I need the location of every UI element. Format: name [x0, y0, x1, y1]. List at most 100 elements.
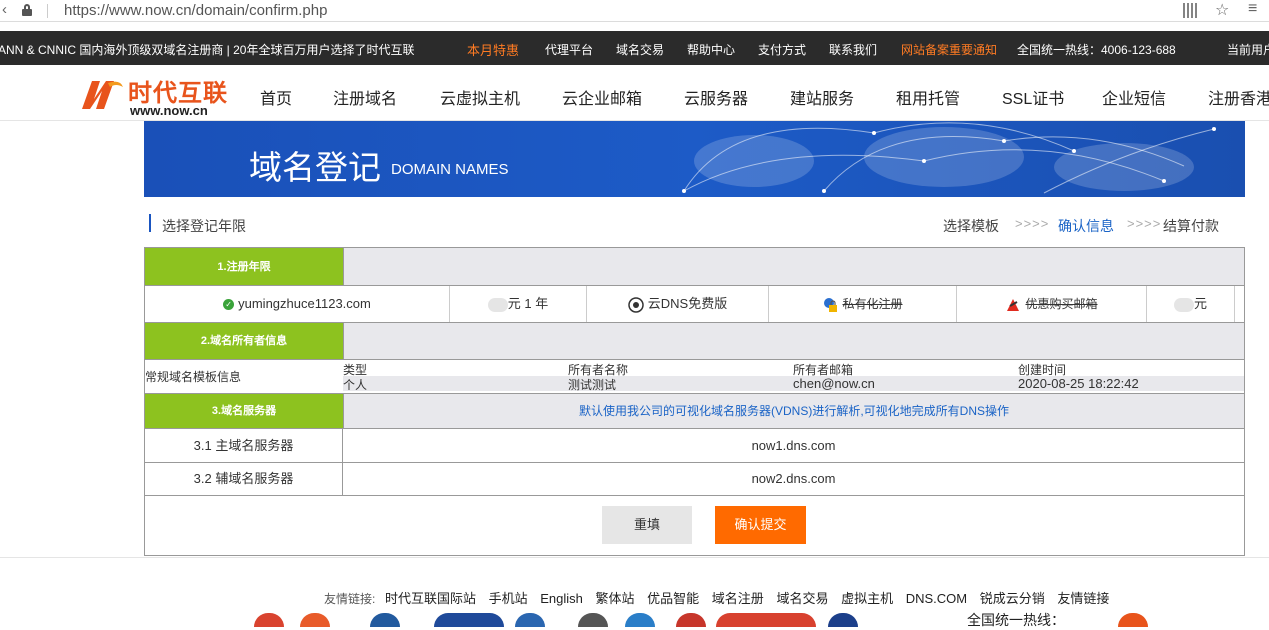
payment-methods-link[interactable]: 支付方式	[758, 41, 806, 58]
contact-us-link[interactable]: 联系我们	[829, 41, 877, 58]
partner-badge-icon[interactable]	[578, 613, 608, 627]
top-info-bar: ANN & CNNIC 国内海外顶级双域名注册商 | 20年全球百万用户选择了时…	[0, 31, 1269, 65]
primary-dns-row: 3.1 主域名服务器 now1.dns.com	[145, 429, 1244, 463]
step-confirm-info: 确认信息	[1058, 218, 1114, 234]
secondary-dns-row: 3.2 辅域名服务器 now2.dns.com	[145, 463, 1244, 496]
section-marker	[149, 214, 151, 232]
section3-header: 3.域名服务器 默认使用我公司的可视化域名服务器(VDNS)进行解析,可视化地完…	[145, 393, 1244, 429]
hk-badge-icon[interactable]	[515, 613, 545, 627]
partner-badge-icon[interactable]	[828, 613, 858, 627]
nav-hk-register[interactable]: 注册香港	[1208, 85, 1269, 109]
secondary-dns-label: 3.2 辅域名服务器	[145, 463, 343, 495]
price-value	[487, 297, 508, 312]
partner-badge-icon[interactable]	[676, 613, 706, 627]
footer-link[interactable]: DNS.COM	[906, 591, 967, 606]
footer-link[interactable]: 域名交易	[776, 591, 828, 606]
nav-virtual-host[interactable]: 云虚拟主机	[440, 85, 520, 109]
browser-address-bar[interactable]: ‹ https://www.now.cn/domain/confirm.php …	[0, 0, 1269, 22]
url-text[interactable]: https://www.now.cn/domain/confirm.php	[64, 2, 327, 19]
footer-link[interactable]: 友情链接	[1057, 591, 1109, 606]
footer-link[interactable]: English	[540, 591, 583, 606]
confirm-submit-button[interactable]: 确认提交	[715, 506, 806, 544]
partner-badge-icon[interactable]	[370, 613, 400, 627]
domain-trade-link[interactable]: 域名交易	[616, 41, 664, 58]
nav-home[interactable]: 首页	[260, 85, 292, 109]
nav-ssl[interactable]: SSL证书	[1002, 85, 1064, 109]
banner-subtitle: DOMAIN NAMES	[391, 161, 509, 178]
section2-bar	[343, 323, 1244, 359]
page-section-title: 选择登记年限	[162, 218, 246, 234]
agent-platform-link[interactable]: 代理平台	[545, 41, 593, 58]
friend-links: 友情链接: 时代互联国际站 手机站 English 繁体站 优品智能 域名注册 …	[324, 588, 1118, 607]
primary-dns-value: now1.dns.com	[751, 438, 836, 453]
price-years: 元 1 年	[507, 296, 549, 311]
owner-name-value: 测试测试	[568, 378, 617, 392]
friend-links-label: 友情链接:	[324, 592, 376, 606]
privacy-cell[interactable]: 私有化注册	[769, 286, 957, 322]
footer-link[interactable]: 虚拟主机	[841, 591, 893, 606]
main-header: 时代互联 www.now.cn 首页 注册域名 云虚拟主机 云企业邮箱 云服务器…	[0, 65, 1269, 121]
step-indicator: 选择登记年限 选择模板 >>>> 确认信息 >>>> 结算付款	[144, 210, 1245, 238]
total-value	[1173, 297, 1194, 312]
owner-template-label: 常规域名模板信息	[145, 370, 242, 384]
owner-info-row: 常规域名模板信息 类型 所有者名称 所有者邮箱 创建时间 个人 测试测试 che…	[145, 360, 1244, 393]
partner-badge-icon[interactable]	[254, 613, 284, 627]
footer-link[interactable]: 时代互联国际站	[385, 591, 476, 606]
section1-label: 1.注册年限	[145, 248, 343, 285]
site-logo[interactable]: 时代互联 www.now.cn	[80, 73, 232, 118]
step-choose-template: 选择模板	[943, 218, 999, 234]
footer-link[interactable]: 锐成云分销	[980, 591, 1045, 606]
step-arrows: >>>>	[1127, 216, 1162, 231]
nav-enterprise-mail[interactable]: 云企业邮箱	[562, 85, 642, 109]
footer-link[interactable]: 繁体站	[596, 591, 635, 606]
footer-link[interactable]: 域名注册	[712, 591, 764, 606]
owner-created-value: 2020-08-25 18:22:42	[1018, 376, 1139, 391]
owner-email-value: chen@now.cn	[793, 376, 875, 391]
hotline-text: 全国统一热线：4006-123-688	[1017, 43, 1176, 57]
vdns-notice: 默认使用我公司的可视化域名服务器(VDNS)进行解析,可视化地完成所有DNS操作	[343, 394, 1244, 428]
browser-menu-icon[interactable]: ≡	[1248, 0, 1257, 18]
nav-cloud-server[interactable]: 云服务器	[684, 85, 748, 109]
address-divider	[47, 4, 48, 18]
nav-sms[interactable]: 企业短信	[1102, 85, 1166, 109]
filing-notice-link[interactable]: 网站备案重要通知	[901, 41, 997, 58]
footer-hotline: 全国统一热线：	[967, 612, 1065, 628]
section3-label: 3.域名服务器	[145, 394, 343, 428]
mail-option-label: 优惠购买邮箱	[1025, 297, 1098, 311]
lock-icon[interactable]	[22, 4, 32, 16]
qr-code-icon[interactable]	[1183, 3, 1198, 18]
partner-badge-icon[interactable]	[625, 613, 655, 627]
mail-cell[interactable]: 优惠购买邮箱	[957, 286, 1147, 322]
monthly-offer-link[interactable]: 本月特惠	[467, 40, 519, 59]
help-center-link[interactable]: 帮助中心	[687, 41, 735, 58]
site-tagline: ANN & CNNIC 国内海外顶级双域名注册商 | 20年全球百万用户选择了时…	[0, 43, 415, 57]
banner-title: 域名登记	[249, 149, 381, 186]
reset-button[interactable]: 重填	[602, 506, 692, 544]
total-cell: 元	[1147, 286, 1235, 322]
privacy-option-label: 私有化注册	[842, 297, 903, 311]
logo-domain-text: www.now.cn	[130, 103, 208, 118]
back-icon[interactable]: ‹	[2, 1, 7, 18]
icann-badge-icon[interactable]	[300, 613, 330, 627]
cnnic-badge-icon[interactable]	[434, 613, 504, 627]
partner-badge-icon[interactable]	[1118, 613, 1148, 627]
partner-badge-icon[interactable]	[716, 613, 816, 627]
mail-promo-icon	[1007, 298, 1020, 311]
primary-dns-label: 3.1 主域名服务器	[145, 429, 343, 462]
bookmark-star-icon[interactable]: ☆	[1215, 0, 1229, 20]
nav-hosting[interactable]: 租用托管	[896, 85, 960, 109]
dns-option-label: 云DNS免费版	[647, 296, 728, 311]
secondary-dns-value: now2.dns.com	[751, 471, 836, 486]
order-confirm-table: 1.注册年限 ✓ yumingzhuce1123.com 元 1 年 云DNS免费…	[144, 247, 1245, 556]
nav-website-build[interactable]: 建站服务	[790, 85, 854, 109]
world-network-graphic	[682, 122, 1216, 194]
domain-cell: ✓ yumingzhuce1123.com	[145, 286, 450, 322]
dns-icon	[628, 296, 644, 313]
footer-link[interactable]: 优品智能	[647, 591, 699, 606]
nav-register-domain[interactable]: 注册域名	[333, 85, 397, 109]
section1-bar	[343, 248, 1244, 285]
footer-link[interactable]: 手机站	[489, 591, 528, 606]
dns-cell[interactable]: 云DNS免费版	[587, 286, 769, 322]
current-user-link[interactable]: 当前用户	[1227, 41, 1269, 58]
domain-banner: 域名登记 DOMAIN NAMES	[144, 121, 1245, 197]
